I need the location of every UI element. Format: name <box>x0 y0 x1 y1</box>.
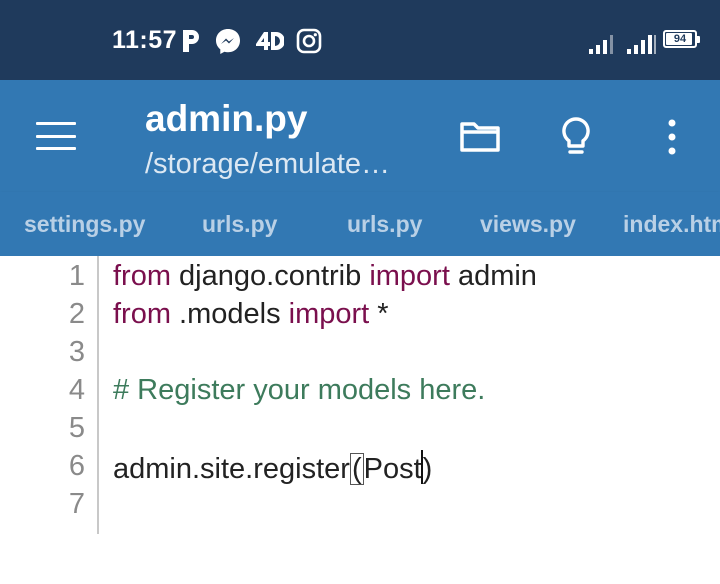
keyword-from: from <box>113 298 171 330</box>
code-comment: # Register your models here. <box>113 374 486 406</box>
tab-urls-py[interactable]: urls.py <box>202 192 277 256</box>
line-number: 5 <box>68 412 85 444</box>
notification-icons <box>180 26 322 56</box>
signal-strength-icon <box>589 35 613 54</box>
import-target: admin <box>449 260 537 292</box>
4d-app-icon <box>254 29 284 53</box>
line-number: 6 <box>68 450 85 482</box>
line-number: 4 <box>68 374 85 406</box>
status-time: 11:57 <box>112 26 178 54</box>
tab-views-py[interactable]: views.py <box>480 192 576 256</box>
file-path: /storage/emulate… <box>145 148 391 180</box>
keyword-import: import <box>288 298 370 330</box>
hamburger-menu-icon[interactable] <box>36 122 76 150</box>
tab-index-html[interactable]: index.htm <box>623 192 720 256</box>
parking-p-icon <box>180 28 202 54</box>
code-line: from django.contrib import admin <box>113 260 537 298</box>
gutter-divider <box>97 256 99 534</box>
file-tabs: settings.py urls.py urls.py views.py ind… <box>0 192 720 256</box>
line-number: 1 <box>68 260 85 292</box>
folder-icon[interactable] <box>457 114 503 160</box>
module-name: django.contrib <box>171 260 370 292</box>
code-line: # Register your models here. <box>113 374 485 412</box>
module-name: .models <box>171 298 289 330</box>
line-number: 7 <box>68 488 85 520</box>
code-editor[interactable]: 1 2 3 4 5 6 7 from django.contrib import… <box>0 256 720 584</box>
battery-icon: 94 <box>663 30 700 48</box>
tab-settings-py[interactable]: settings.py <box>24 192 145 256</box>
code-line: from .models import * <box>113 298 389 336</box>
file-title: admin.py <box>145 98 308 139</box>
lightbulb-icon[interactable] <box>553 114 599 160</box>
code-line: admin.site.register(Post) <box>113 450 432 488</box>
signal-strength-icon <box>627 35 656 54</box>
closing-bracket: ) <box>422 453 433 485</box>
status-bar: 11:57 94 <box>0 0 720 80</box>
keyword-import: import <box>369 260 450 292</box>
tab-urls-py[interactable]: urls.py <box>347 192 422 256</box>
call-argument: Post <box>363 453 422 485</box>
line-number: 3 <box>68 336 85 368</box>
more-vertical-icon[interactable] <box>649 114 695 160</box>
messenger-icon <box>214 27 242 55</box>
function-call: admin.site.register <box>113 453 350 485</box>
keyword-from: from <box>113 260 171 292</box>
app-bar: admin.py /storage/emulate… <box>0 80 720 192</box>
line-number: 2 <box>68 298 85 330</box>
matched-bracket: ( <box>349 453 364 485</box>
instagram-icon <box>296 28 322 54</box>
import-target: * <box>369 298 389 330</box>
signal-indicators <box>588 27 656 55</box>
battery-level: 94 <box>673 33 687 45</box>
